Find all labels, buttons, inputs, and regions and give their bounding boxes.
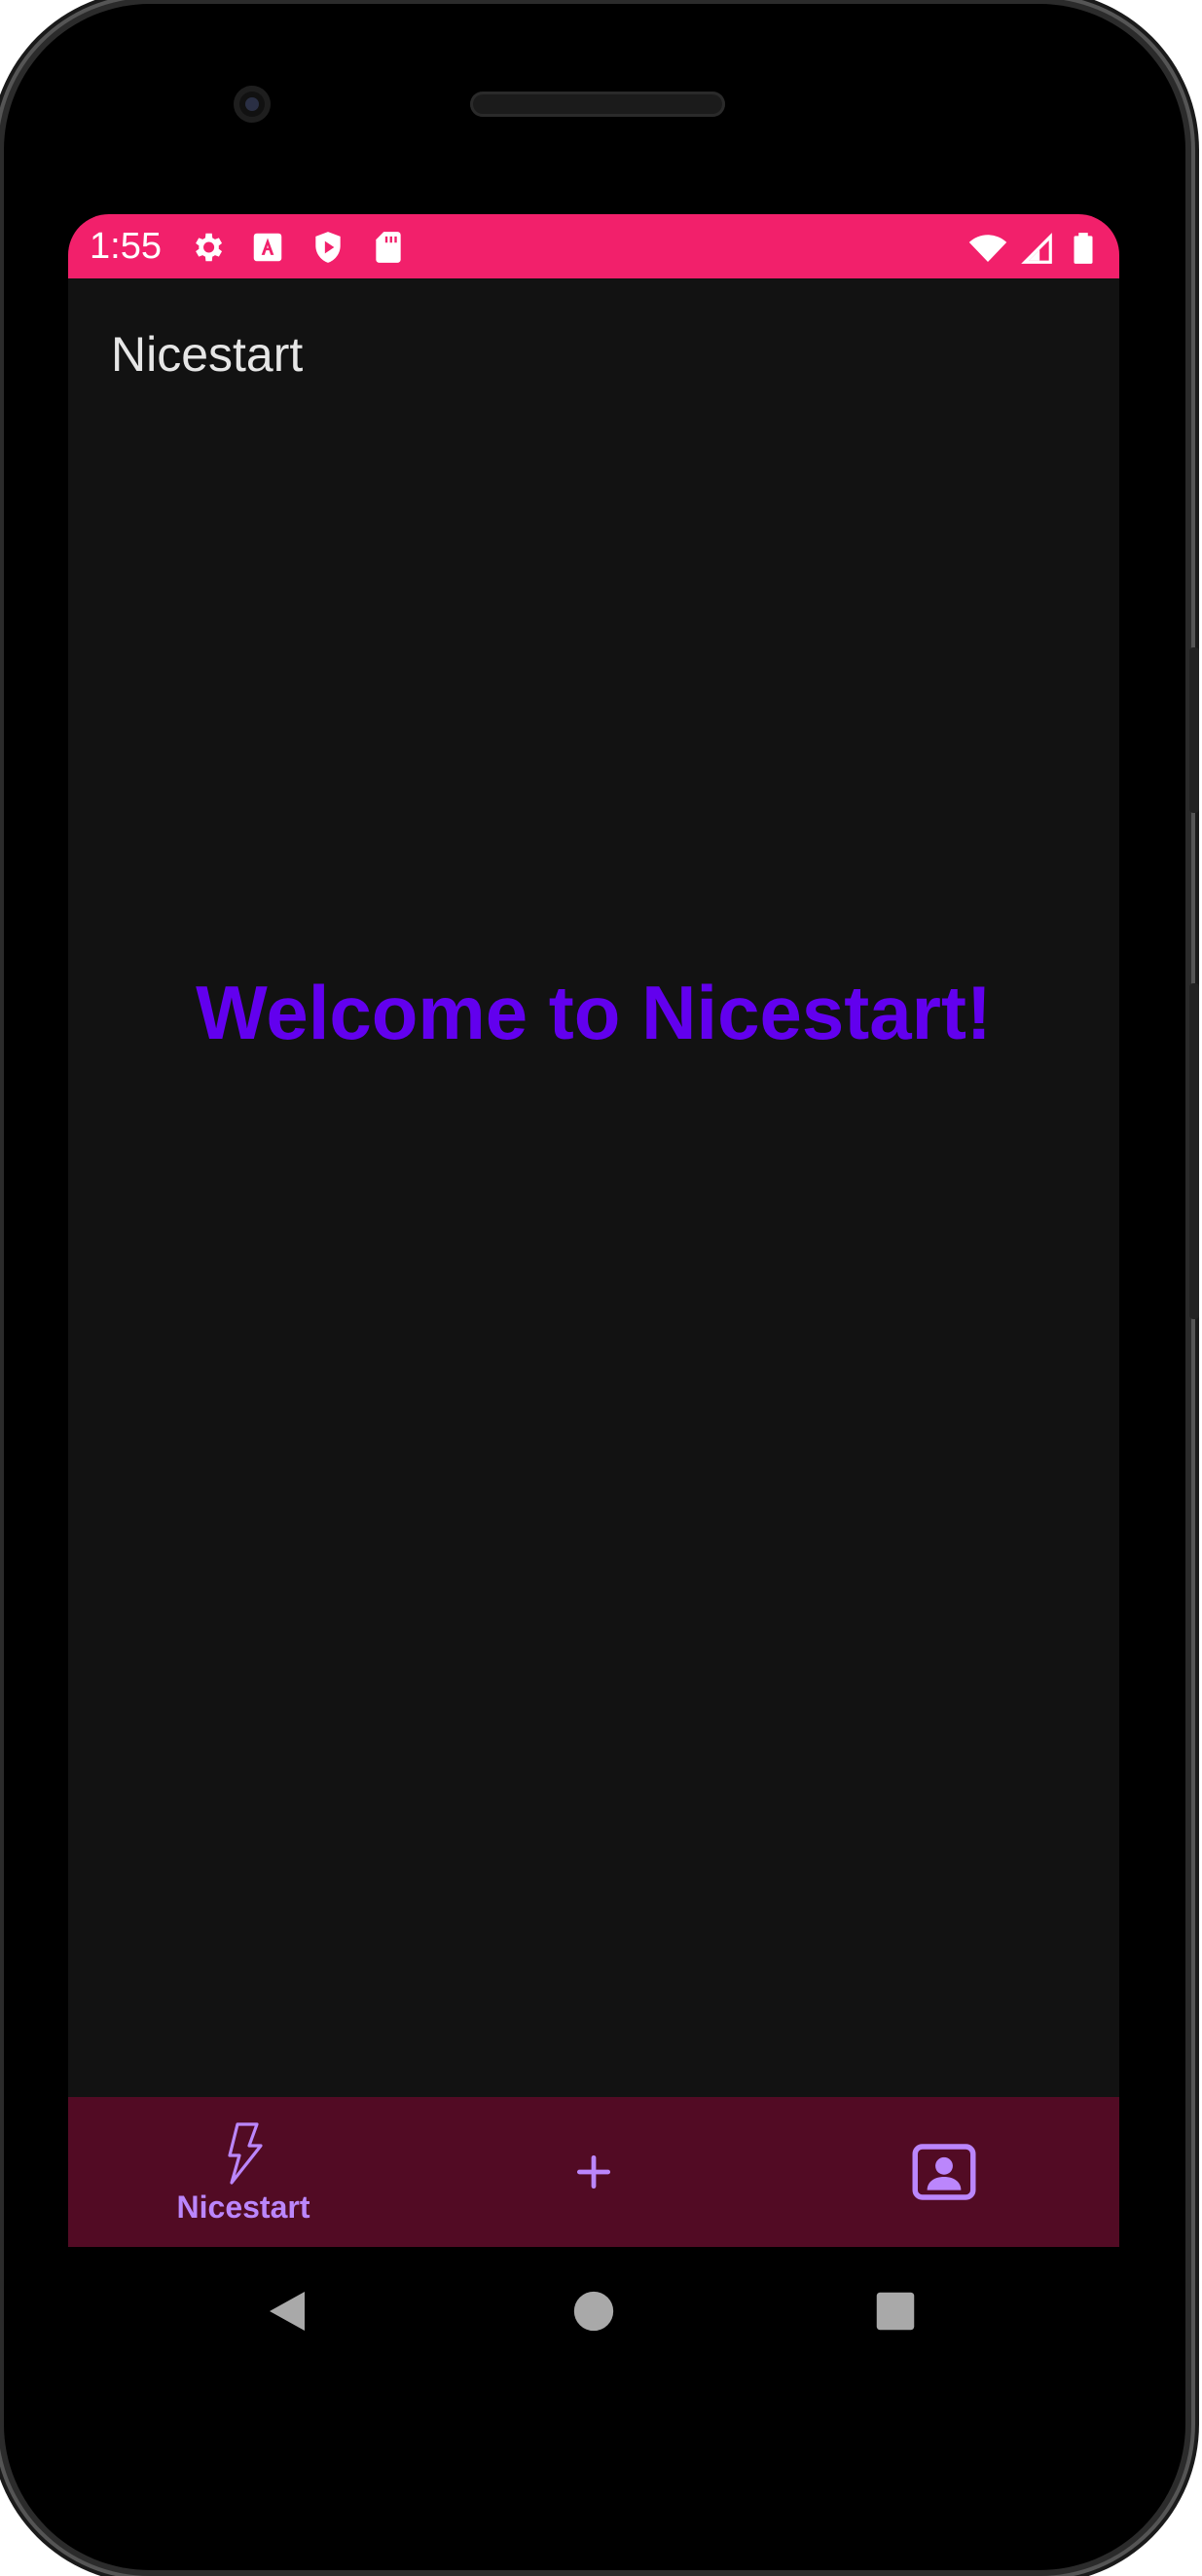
welcome-text: Welcome to Nicestart!: [196, 970, 992, 1055]
app-screen: 1:55 Nicestart Welcome to Nicestart! Nic…: [68, 214, 1119, 2247]
plus-icon: [576, 2154, 611, 2190]
app-bar-title: Nicestart: [111, 327, 304, 382]
status-time: 1:55: [90, 226, 162, 267]
system-back-button[interactable]: [229, 2247, 346, 2375]
earpiece-speaker: [470, 92, 725, 117]
wifi-icon: [968, 235, 1007, 262]
nav-item-nicestart[interactable]: Nicestart: [68, 2097, 419, 2247]
gear-icon: [196, 233, 223, 262]
system-recents-button[interactable]: [837, 2247, 954, 2375]
a-icon: [253, 233, 282, 262]
back-icon: [270, 2292, 305, 2331]
bottom-navigation: Nicestart: [68, 2097, 1119, 2247]
signal-icon: [1021, 233, 1052, 264]
nav-label-nicestart: Nicestart: [176, 2189, 310, 2225]
status-bar: 1:55: [68, 214, 1119, 278]
bolt-icon: [228, 2121, 263, 2185]
home-icon: [573, 2291, 614, 2332]
nav-item-profile[interactable]: [769, 2097, 1119, 2247]
volume-button: [1189, 983, 1199, 1319]
contact-card-icon: [912, 2144, 976, 2200]
status-right-icons: [967, 228, 1102, 269]
sd-card-icon: [376, 232, 401, 263]
nav-item-add[interactable]: [419, 2097, 769, 2247]
system-home-button[interactable]: [535, 2247, 652, 2375]
shield-play-icon: [315, 232, 341, 263]
battery-icon: [1074, 233, 1093, 264]
status-left-icons: [189, 229, 407, 266]
power-button: [1189, 647, 1199, 813]
recents-icon: [876, 2292, 915, 2331]
front-camera: [234, 86, 271, 123]
system-navigation-bar: [68, 2247, 1119, 2375]
